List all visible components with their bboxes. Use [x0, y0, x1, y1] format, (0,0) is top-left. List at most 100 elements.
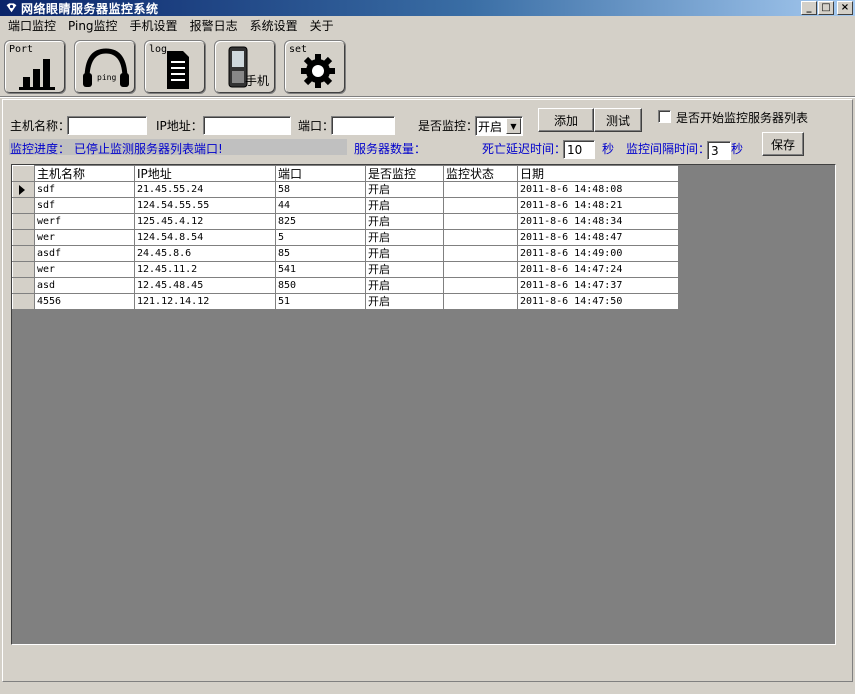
cell-port[interactable]: 541	[275, 261, 366, 278]
row-indicator[interactable]	[12, 261, 35, 278]
cell-ip[interactable]: 124.54.8.54	[134, 229, 276, 246]
maximize-button[interactable]: □	[818, 1, 834, 15]
table-row[interactable]: sdf 21.45.55.24 58 开启 2011-8-6 14:48:08	[12, 181, 679, 198]
column-header-host[interactable]: 主机名称	[34, 165, 135, 182]
system-settings-tool-button[interactable]: set	[284, 40, 346, 94]
app-eye-icon	[4, 2, 18, 15]
menu-phone-settings[interactable]: 手机设置	[124, 17, 184, 35]
cell-ip[interactable]: 124.54.55.55	[134, 197, 276, 214]
row-indicator[interactable]	[12, 197, 35, 214]
log-tool-button[interactable]: log	[144, 40, 206, 94]
monitor-enabled-select[interactable]: 开启 ▼	[475, 116, 523, 136]
table-row[interactable]: 4556 121.12.14.12 51 开启 2011-8-6 14:47:50	[12, 293, 679, 310]
column-header-status[interactable]: 监控状态	[443, 165, 518, 182]
cell-port[interactable]: 5	[275, 229, 366, 246]
cell-host[interactable]: wer	[34, 229, 135, 246]
ping-monitor-tool-button[interactable]: ping	[74, 40, 136, 94]
row-indicator[interactable]	[12, 245, 35, 262]
cell-host[interactable]: sdf	[34, 197, 135, 214]
cell-status[interactable]	[443, 261, 518, 278]
host-name-input[interactable]	[67, 116, 147, 135]
cell-host[interactable]: asdf	[34, 245, 135, 262]
cell-date[interactable]: 2011-8-6 14:47:50	[517, 293, 679, 310]
menu-system-settings[interactable]: 系统设置	[244, 17, 304, 35]
cell-ip[interactable]: 12.45.48.45	[134, 277, 276, 294]
row-indicator[interactable]	[12, 213, 35, 230]
column-header-date[interactable]: 日期	[517, 165, 679, 182]
phone-settings-tool-button[interactable]: 手机	[214, 40, 276, 94]
close-button[interactable]: ×	[837, 1, 853, 15]
table-row[interactable]: asdf 24.45.8.6 85 开启 2011-8-6 14:49:00	[12, 245, 679, 262]
cell-ip[interactable]: 12.45.11.2	[134, 261, 276, 278]
cell-ip[interactable]: 21.45.55.24	[134, 181, 276, 198]
cell-port[interactable]: 58	[275, 181, 366, 198]
save-button[interactable]: 保存	[762, 132, 804, 156]
cell-monitor[interactable]: 开启	[365, 277, 444, 294]
cell-ip[interactable]: 125.45.4.12	[134, 213, 276, 230]
cell-date[interactable]: 2011-8-6 14:48:21	[517, 197, 679, 214]
column-header-port[interactable]: 端口	[275, 165, 366, 182]
cell-monitor[interactable]: 开启	[365, 293, 444, 310]
cell-host[interactable]: 4556	[34, 293, 135, 310]
row-indicator-header	[12, 165, 35, 182]
timeout-input[interactable]	[563, 140, 595, 159]
ip-address-input[interactable]	[203, 116, 291, 135]
interval-input[interactable]	[707, 141, 731, 160]
table-row[interactable]: asd 12.45.48.45 850 开启 2011-8-6 14:47:37	[12, 277, 679, 294]
cell-status[interactable]	[443, 213, 518, 230]
progress-label: 监控进度：	[10, 142, 71, 156]
row-indicator[interactable]	[12, 229, 35, 246]
cell-ip[interactable]: 24.45.8.6	[134, 245, 276, 262]
cell-host[interactable]: asd	[34, 277, 135, 294]
table-row[interactable]: wer 124.54.8.54 5 开启 2011-8-6 14:48:47	[12, 229, 679, 246]
cell-monitor[interactable]: 开启	[365, 197, 444, 214]
menu-about[interactable]: 关于	[304, 17, 340, 35]
cell-status[interactable]	[443, 277, 518, 294]
start-monitor-checkbox[interactable]	[658, 110, 671, 123]
add-button[interactable]: 添加	[538, 108, 594, 132]
cell-ip[interactable]: 121.12.14.12	[134, 293, 276, 310]
chevron-down-icon[interactable]: ▼	[506, 118, 521, 134]
table-row[interactable]: sdf 124.54.55.55 44 开启 2011-8-6 14:48:21	[12, 197, 679, 214]
cell-date[interactable]: 2011-8-6 14:48:34	[517, 213, 679, 230]
cell-date[interactable]: 2011-8-6 14:49:00	[517, 245, 679, 262]
cell-date[interactable]: 2011-8-6 14:48:08	[517, 181, 679, 198]
menu-port-monitor[interactable]: 端口监控	[2, 17, 62, 35]
cell-host[interactable]: werf	[34, 213, 135, 230]
cell-status[interactable]	[443, 197, 518, 214]
row-indicator[interactable]	[12, 181, 35, 198]
table-row[interactable]: wer 12.45.11.2 541 开启 2011-8-6 14:47:24	[12, 261, 679, 278]
row-indicator[interactable]	[12, 293, 35, 310]
server-list-grid[interactable]: 主机名称 IP地址 端口 是否监控 监控状态 日期 sdf 21.45.55.24…	[11, 164, 836, 645]
host-name-label: 主机名称：	[10, 119, 71, 133]
cell-status[interactable]	[443, 245, 518, 262]
row-indicator[interactable]	[12, 277, 35, 294]
cell-status[interactable]	[443, 229, 518, 246]
cell-date[interactable]: 2011-8-6 14:47:24	[517, 261, 679, 278]
table-row[interactable]: werf 125.45.4.12 825 开启 2011-8-6 14:48:34	[12, 213, 679, 230]
port-monitor-tool-button[interactable]: Port	[4, 40, 66, 94]
cell-monitor[interactable]: 开启	[365, 229, 444, 246]
cell-status[interactable]	[443, 293, 518, 310]
cell-port[interactable]: 44	[275, 197, 366, 214]
cell-host[interactable]: wer	[34, 261, 135, 278]
port-input[interactable]	[331, 116, 395, 135]
test-button[interactable]: 测试	[594, 108, 642, 132]
cell-date[interactable]: 2011-8-6 14:48:47	[517, 229, 679, 246]
cell-monitor[interactable]: 开启	[365, 261, 444, 278]
cell-host[interactable]: sdf	[34, 181, 135, 198]
cell-port[interactable]: 850	[275, 277, 366, 294]
cell-port[interactable]: 85	[275, 245, 366, 262]
cell-status[interactable]	[443, 181, 518, 198]
cell-monitor[interactable]: 开启	[365, 213, 444, 230]
menu-ping-monitor[interactable]: Ping监控	[62, 17, 124, 35]
cell-port[interactable]: 51	[275, 293, 366, 310]
column-header-ip[interactable]: IP地址	[134, 165, 276, 182]
cell-date[interactable]: 2011-8-6 14:47:37	[517, 277, 679, 294]
menu-alarm-log[interactable]: 报警日志	[184, 17, 244, 35]
minimize-button[interactable]: _	[801, 1, 817, 15]
cell-monitor[interactable]: 开启	[365, 245, 444, 262]
cell-monitor[interactable]: 开启	[365, 181, 444, 198]
cell-port[interactable]: 825	[275, 213, 366, 230]
column-header-monitor[interactable]: 是否监控	[365, 165, 444, 182]
